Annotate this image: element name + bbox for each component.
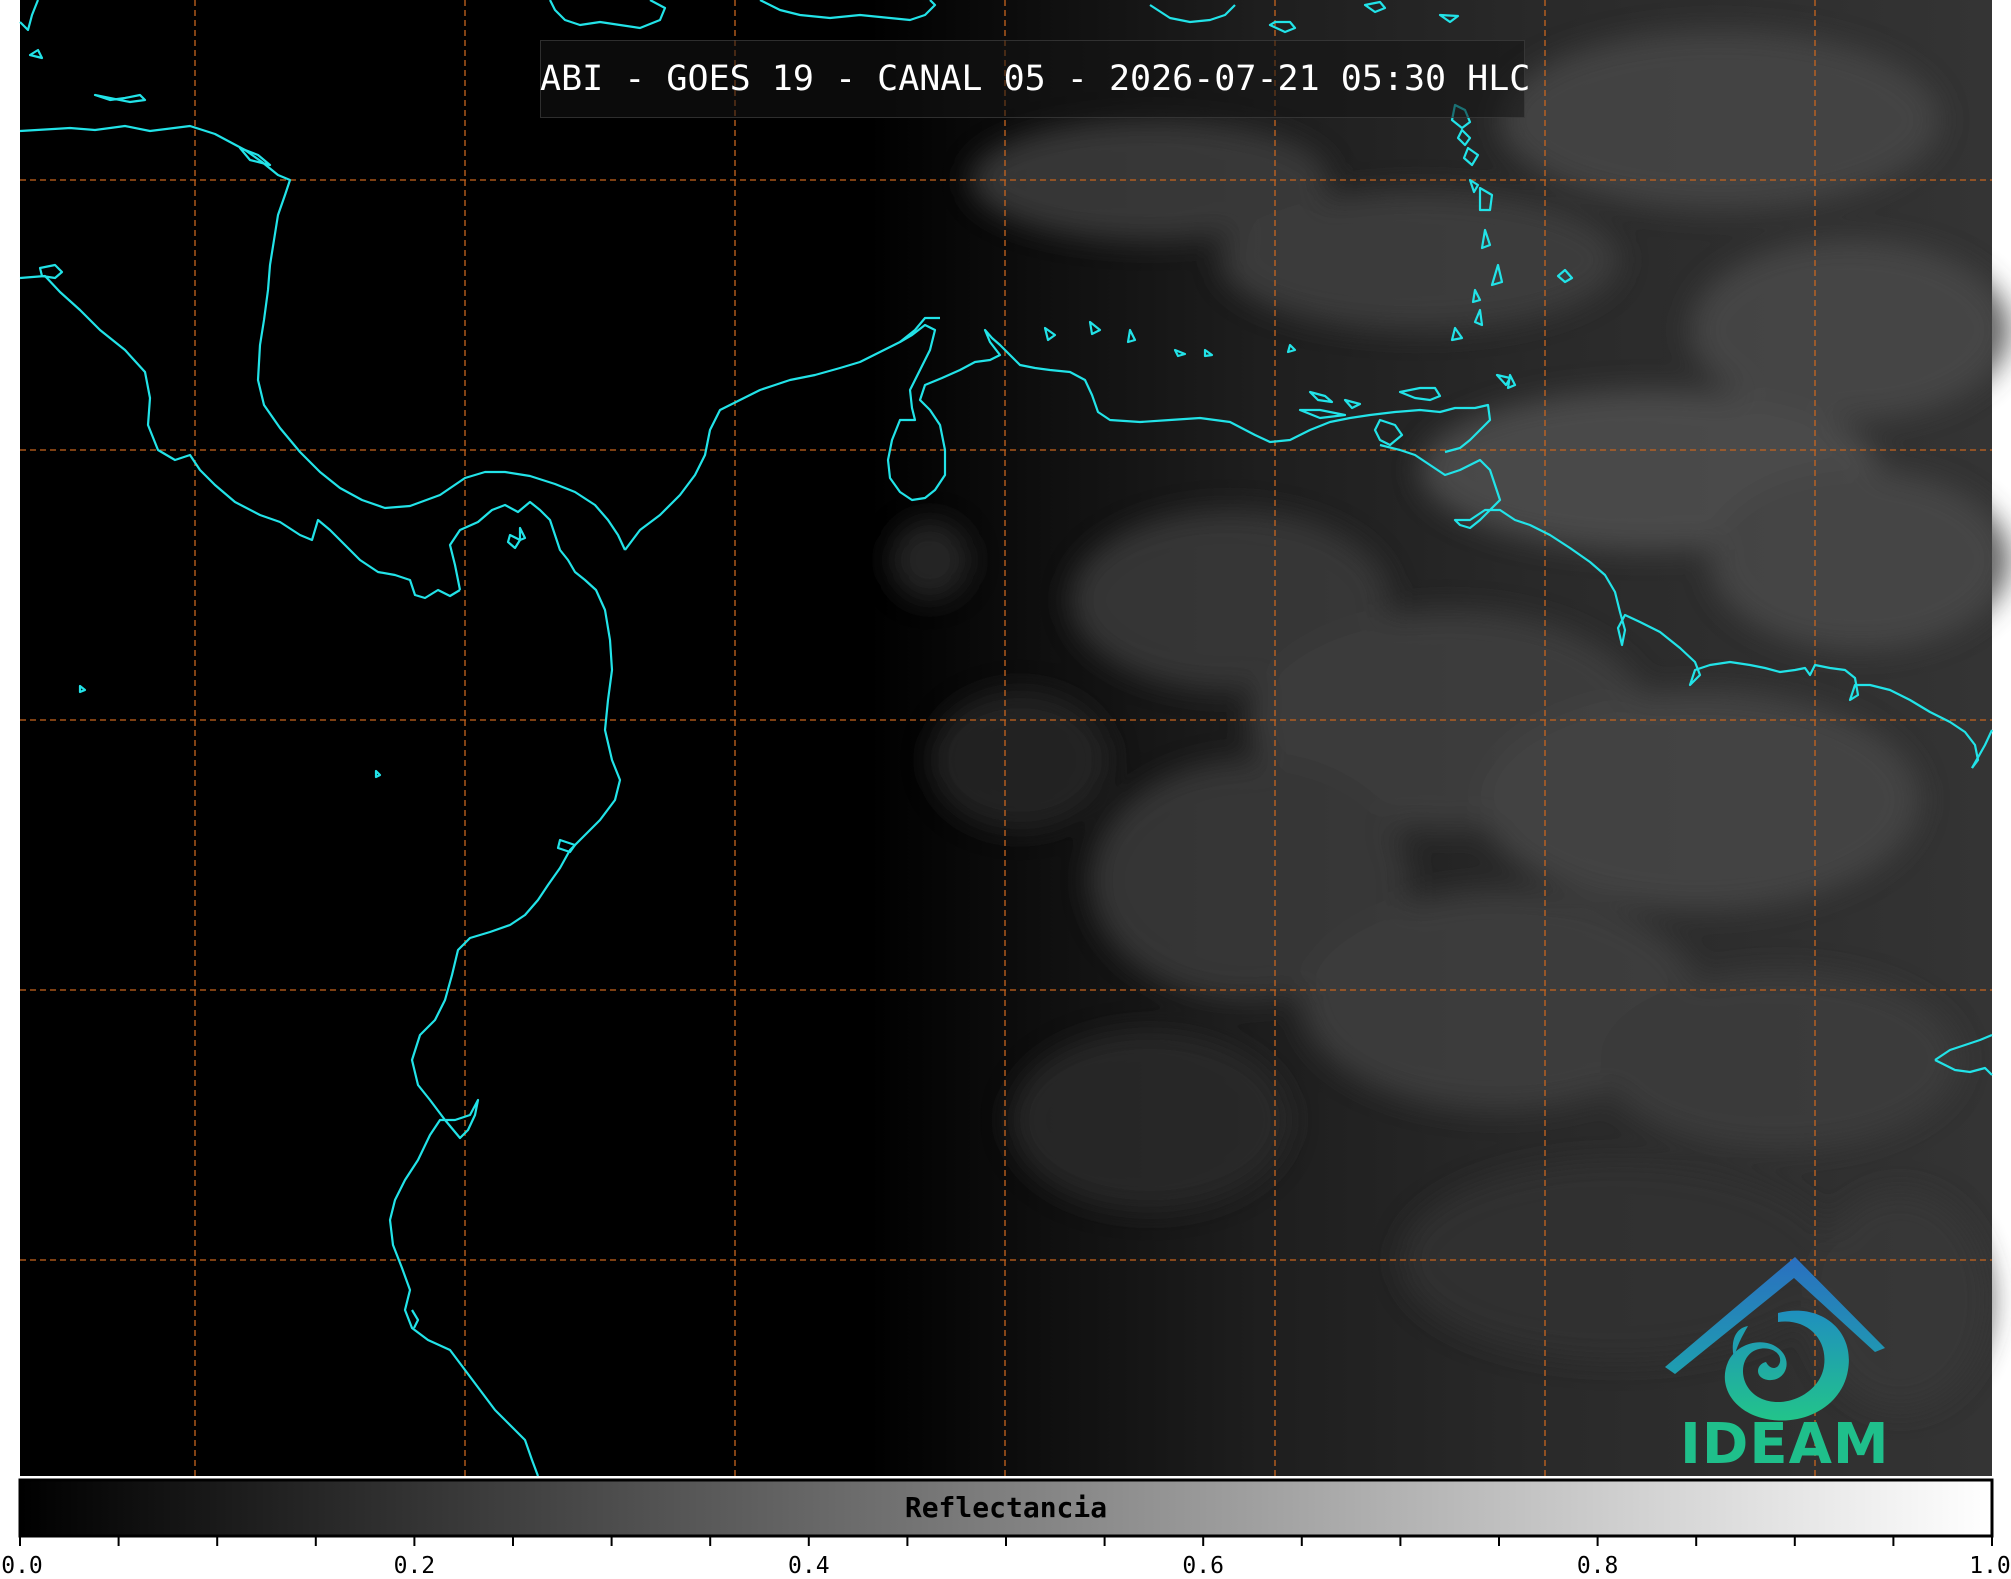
colorbar-tick-label: 0.6 bbox=[1182, 1553, 1224, 1579]
map-title: ABI - GOES 19 - CANAL 05 - 2026-07-21 05… bbox=[540, 59, 1531, 99]
satellite-map bbox=[18, 0, 2010, 1546]
colorbar-ticks bbox=[19, 1536, 1993, 1546]
colorbar-tick-label: 0.0 bbox=[1, 1553, 43, 1579]
colorbar-tick-label: 0.8 bbox=[1576, 1553, 1619, 1579]
colorbar-tick-label: 0.4 bbox=[788, 1553, 830, 1579]
ideam-logo-text: IDEAM bbox=[1680, 1412, 1890, 1477]
colorbar-label: Reflectancia bbox=[904, 1491, 1108, 1524]
colorbar-tick-label: 0.2 bbox=[393, 1553, 436, 1579]
colorbar-tick-label: 1.0 bbox=[1969, 1553, 2011, 1579]
